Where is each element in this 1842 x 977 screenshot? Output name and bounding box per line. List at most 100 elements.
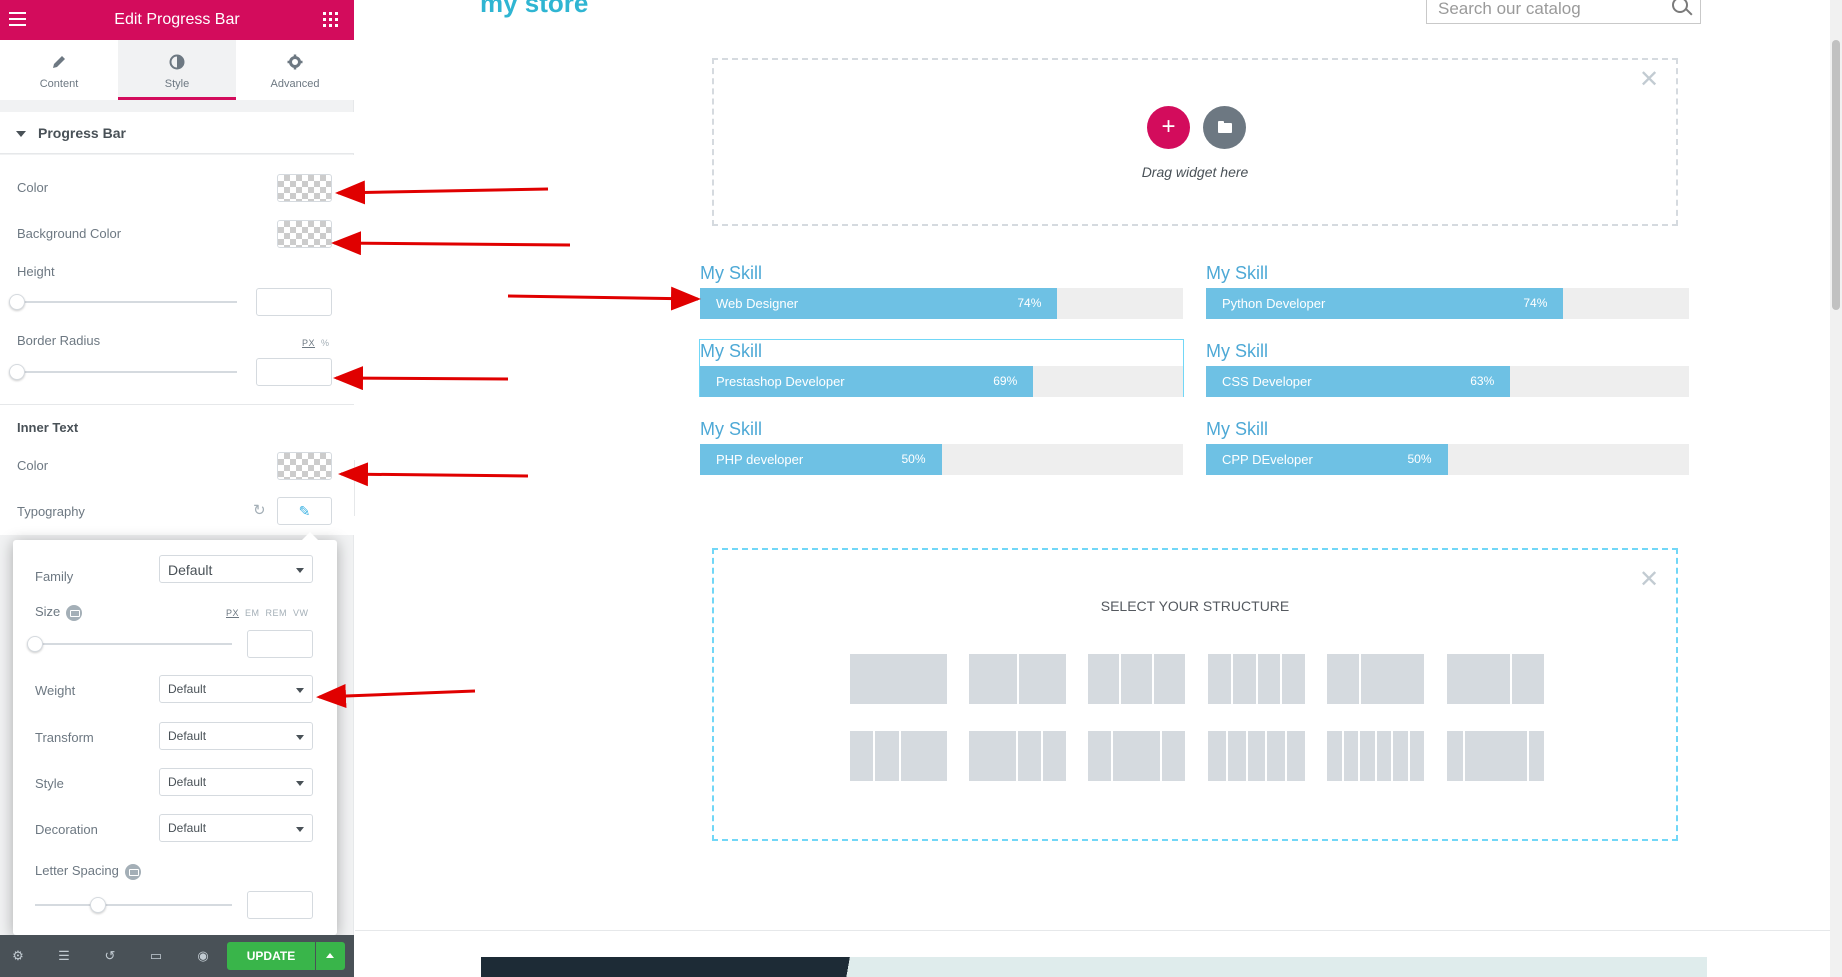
style-label: Style	[35, 776, 64, 791]
inner-text-color-label: Color	[17, 458, 49, 473]
add-section-button[interactable]: +	[1147, 106, 1190, 149]
tab-content[interactable]: Content	[0, 40, 118, 100]
structure-preset[interactable]	[1327, 654, 1424, 704]
progress-inner-text: CSS Developer	[1222, 374, 1312, 389]
structure-preset[interactable]	[850, 654, 947, 704]
structure-preset[interactable]	[1088, 654, 1185, 704]
search-icon[interactable]	[1672, 0, 1688, 13]
skill-title: My Skill	[1206, 341, 1268, 361]
structure-preset[interactable]	[1208, 731, 1305, 781]
panel-footer: ⚙ ☰ ↺ ▭ ◉ UPDATE	[0, 935, 354, 977]
structure-preset[interactable]	[850, 731, 947, 781]
unit-px[interactable]: PX	[302, 338, 315, 348]
border-radius-input[interactable]	[256, 358, 332, 386]
style-select[interactable]: Default	[159, 768, 313, 796]
border-radius-label: Border Radius	[17, 333, 101, 348]
structure-preset[interactable]	[1447, 654, 1544, 704]
letter-spacing-slider-handle[interactable]	[90, 897, 106, 913]
layers-icon[interactable]: ☰	[56, 948, 72, 964]
section-title: Progress Bar	[38, 125, 126, 141]
progress-percentage: 74%	[1017, 296, 1042, 310]
scrollbar-thumb[interactable]	[1832, 40, 1840, 310]
responsive-desktop-icon[interactable]	[66, 604, 83, 621]
height-slider-handle[interactable]	[9, 294, 25, 310]
unit-em[interactable]: EM	[245, 608, 260, 618]
size-input[interactable]	[247, 630, 313, 658]
background-color-picker[interactable]	[277, 220, 332, 248]
size-label-row: Size	[35, 604, 83, 621]
progress-bar-widget[interactable]: My Skill Prestashop Developer 69%	[699, 339, 1184, 397]
progress-inner-text: CPP DEveloper	[1222, 452, 1313, 467]
search-box[interactable]: Search our catalog	[1426, 0, 1701, 24]
structure-preset[interactable]	[969, 654, 1066, 704]
letter-spacing-input[interactable]	[247, 891, 313, 919]
structure-preset[interactable]	[969, 731, 1066, 781]
border-radius-slider-track[interactable]	[17, 371, 237, 373]
settings-icon[interactable]: ⚙	[10, 948, 26, 964]
reset-icon[interactable]: ↻	[253, 501, 266, 519]
progress-bar-widget[interactable]: My Skill PHP developer 50%	[700, 418, 1183, 475]
progress-bar-widget[interactable]: My Skill CSS Developer 63%	[1206, 340, 1689, 397]
typography-edit-button[interactable]: ✎	[277, 497, 332, 525]
progress-track: Prestashop Developer 69%	[700, 366, 1183, 397]
bar-color-picker[interactable]	[277, 174, 332, 202]
tab-advanced-label: Advanced	[270, 78, 320, 90]
style-value: Default	[168, 775, 207, 789]
progress-inner-text: Web Designer	[716, 296, 799, 311]
transform-select[interactable]: Default	[159, 722, 313, 750]
progress-fill: PHP developer 50%	[700, 444, 942, 475]
responsive-icon[interactable]: ▭	[148, 948, 164, 964]
decoration-select[interactable]: Default	[159, 814, 313, 842]
size-slider-track[interactable]	[35, 643, 232, 645]
preview-canvas: my store Search our catalog ✕ + Drag wid…	[355, 0, 1842, 977]
page-scrollbar[interactable]	[1830, 0, 1842, 977]
transform-value: Default	[168, 729, 207, 743]
border-radius-slider-handle[interactable]	[9, 364, 25, 380]
progress-fill: CSS Developer 63%	[1206, 366, 1511, 397]
structure-preset[interactable]	[1447, 731, 1544, 781]
unit-vw[interactable]: VW	[293, 608, 309, 618]
unit-percent[interactable]: %	[321, 338, 330, 348]
weight-select[interactable]: Default	[159, 675, 313, 703]
close-icon[interactable]: ✕	[1639, 568, 1659, 592]
history-icon[interactable]: ↺	[102, 948, 118, 964]
progress-bar-widget[interactable]: My Skill Web Designer 74%	[700, 262, 1183, 319]
progress-bar-widget[interactable]: My Skill Python Developer 74%	[1206, 262, 1689, 319]
section-progress-bar[interactable]: Progress Bar	[0, 112, 354, 154]
store-logo[interactable]: my store	[480, 0, 588, 19]
unit-px[interactable]: PX	[226, 608, 239, 618]
height-slider-track[interactable]	[17, 301, 237, 303]
widgets-grid-icon[interactable]	[323, 12, 338, 27]
tab-style[interactable]: Style	[118, 40, 236, 100]
half-circle-icon	[118, 54, 236, 74]
section-separator	[355, 930, 1842, 931]
structure-preset[interactable]	[1088, 731, 1185, 781]
size-slider-handle[interactable]	[27, 636, 43, 652]
height-input[interactable]	[256, 288, 332, 316]
structure-preset[interactable]	[1208, 654, 1305, 704]
progress-bar-widget[interactable]: My Skill CPP DEveloper 50%	[1206, 418, 1689, 475]
inner-text-color-picker[interactable]	[277, 452, 332, 480]
progress-fill: CPP DEveloper 50%	[1206, 444, 1448, 475]
caret-down-icon	[16, 131, 26, 137]
add-template-folder-button[interactable]	[1203, 106, 1246, 149]
border-radius-units[interactable]: PX%	[302, 338, 330, 348]
update-button[interactable]: UPDATE	[227, 942, 315, 970]
tab-advanced[interactable]: Advanced	[236, 40, 354, 100]
skill-title: My Skill	[700, 341, 762, 361]
unit-rem[interactable]: REM	[266, 608, 288, 618]
update-options-button[interactable]	[316, 942, 345, 970]
progress-fill: Python Developer 74%	[1206, 288, 1564, 319]
size-units[interactable]: PX EM REM VW	[226, 608, 309, 618]
close-icon[interactable]: ✕	[1639, 68, 1659, 92]
responsive-desktop-icon[interactable]	[124, 863, 141, 880]
empty-section-dropzone[interactable]: ✕ + Drag widget here	[712, 58, 1678, 226]
letter-spacing-slider-track[interactable]	[35, 904, 232, 906]
inner-text-heading: Inner Text	[17, 420, 79, 435]
structure-preset[interactable]	[1327, 731, 1424, 781]
editor-panel: Edit Progress Bar Content Style Advanced…	[0, 0, 354, 977]
preview-eye-icon[interactable]: ◉	[195, 948, 211, 964]
panel-tabs: Content Style Advanced	[0, 40, 354, 100]
decoration-label: Decoration	[35, 822, 98, 837]
family-select[interactable]: Default	[159, 555, 313, 583]
